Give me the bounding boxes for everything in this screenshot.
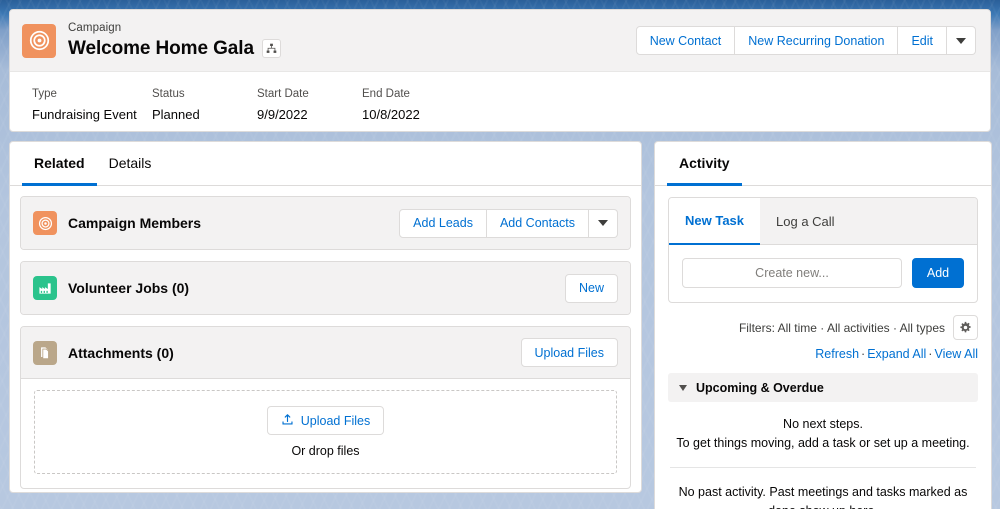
related-list-campaign-members: Campaign Members Add Leads Add Contacts [20, 196, 631, 250]
activity-tabs: Activity [655, 142, 991, 186]
field-start-date-value: 9/9/2022 [257, 107, 308, 122]
record-header-actions: New Contact New Recurring Donation Edit [635, 26, 976, 55]
activity-filters-row: Filters: All time · All activities · All… [668, 303, 978, 340]
record-title-row: Welcome Home Gala [68, 37, 281, 61]
link-separator-1: · [861, 347, 866, 361]
upcoming-overdue-title: Upcoming & Overdue [696, 380, 824, 395]
upload-files-header-button[interactable]: Upload Files [520, 338, 618, 367]
activity-body: New Task Log a Call Add Filters: All tim… [655, 197, 991, 509]
related-list-header: Campaign Members Add Leads Add Contacts [21, 197, 630, 249]
record-header-top: Campaign Welcome Home Gala New Contact N… [10, 10, 990, 72]
page-title: Welcome Home Gala [68, 37, 254, 59]
tab-new-task[interactable]: New Task [669, 198, 761, 245]
related-list-title: Attachments (0) [68, 344, 174, 361]
record-entity-label: Campaign [68, 21, 122, 34]
view-all-link[interactable]: View All [934, 347, 978, 361]
field-type-label: Type [32, 88, 57, 100]
related-list-header: Volunteer Jobs (0) New [21, 262, 630, 314]
field-end-date: End Date 10/8/2022 [362, 86, 467, 124]
composer-create-row: Add [669, 245, 977, 302]
add-leads-button[interactable]: Add Leads [399, 208, 487, 238]
hierarchy-icon[interactable] [261, 39, 281, 58]
field-status: Status Planned [152, 86, 257, 124]
upload-icon [281, 413, 294, 429]
related-list-volunteer-jobs: Volunteer Jobs (0) New [20, 261, 631, 315]
record-title-block: Campaign Welcome Home Gala [68, 21, 281, 61]
field-end-date-label: End Date [362, 88, 410, 100]
campaign-target-icon [33, 211, 57, 235]
field-start-date: Start Date 9/9/2022 [257, 86, 362, 124]
no-next-steps-line: No next steps. [783, 417, 863, 431]
refresh-link[interactable]: Refresh [815, 347, 859, 361]
app-background: Campaign Welcome Home Gala New Contact N… [0, 0, 1000, 509]
upcoming-overdue-section-header[interactable]: Upcoming & Overdue [668, 373, 978, 402]
field-start-date-label: Start Date [257, 88, 309, 100]
past-activity-empty-state: No past activity. Past meetings and task… [678, 485, 968, 509]
campaign-members-more-button[interactable] [589, 208, 618, 238]
related-list-title: Campaign Members [68, 215, 202, 231]
related-list-attachments: Attachments (0) Upload Files Upload File… [20, 326, 631, 489]
chevron-down-icon [679, 384, 687, 391]
header-more-actions-button[interactable] [947, 26, 976, 55]
field-status-value: Planned [152, 107, 200, 122]
record-highlight-fields: Type Fundraising Event Status Planned St… [10, 72, 990, 124]
related-lists-panel: Related Details Campaign Members Add Lea… [9, 141, 642, 493]
new-contact-button[interactable]: New Contact [635, 26, 736, 55]
volunteer-job-icon [33, 276, 57, 300]
related-list-title: Volunteer Jobs (0) [68, 280, 190, 296]
composer-tabbar: New Task Log a Call [669, 198, 977, 245]
new-volunteer-job-button[interactable]: New [564, 273, 618, 303]
activity-filters-text: Filters: All time · All activities · All… [738, 320, 945, 335]
tab-details[interactable]: Details [97, 142, 164, 186]
record-tabs: Related Details [10, 142, 641, 186]
activity-links-row: Refresh · Expand All · View All [668, 340, 978, 361]
add-task-button[interactable]: Add [912, 258, 964, 288]
campaign-members-button-group: Add Leads Add Contacts [399, 208, 618, 238]
related-list-actions: Upload Files [520, 338, 618, 367]
tab-activity[interactable]: Activity [667, 142, 742, 186]
tab-related[interactable]: Related [22, 142, 97, 186]
create-new-input[interactable] [682, 258, 902, 288]
related-list-actions: Add Leads Add Contacts [399, 208, 618, 238]
get-things-moving-line: To get things moving, add a task or set … [676, 436, 970, 450]
gear-icon[interactable] [953, 315, 978, 340]
upload-files-label: Upload Files [300, 413, 371, 428]
related-lists-container: Campaign Members Add Leads Add Contacts [10, 186, 641, 489]
edit-button[interactable]: Edit [898, 26, 947, 55]
expand-all-link[interactable]: Expand All [867, 347, 926, 361]
related-list-actions: New [564, 273, 618, 303]
tab-log-a-call[interactable]: Log a Call [760, 198, 851, 244]
attachment-file-icon [33, 340, 57, 365]
field-end-date-value: 10/8/2022 [362, 107, 420, 122]
file-dropzone[interactable]: Upload Files Or drop files [34, 390, 617, 474]
upcoming-empty-state: No next steps. To get things moving, add… [668, 402, 978, 467]
header-button-group: New Contact New Recurring Donation Edit [635, 26, 976, 55]
activity-composer: New Task Log a Call Add [668, 197, 978, 303]
new-recurring-donation-button[interactable]: New Recurring Donation [735, 26, 899, 55]
drop-files-hint: Or drop files [291, 444, 360, 458]
chevron-down-icon [956, 37, 966, 44]
record-header: Campaign Welcome Home Gala New Contact N… [9, 9, 991, 132]
field-type-value: Fundraising Event [32, 107, 137, 122]
activity-panel: Activity New Task Log a Call Add Filters… [654, 141, 992, 509]
upload-files-button[interactable]: Upload Files [266, 406, 385, 435]
field-status-label: Status [152, 88, 185, 100]
add-contacts-button[interactable]: Add Contacts [486, 208, 589, 238]
related-list-header: Attachments (0) Upload Files [21, 327, 630, 379]
field-type: Type Fundraising Event [32, 86, 152, 124]
campaign-target-icon [22, 23, 56, 58]
chevron-down-icon [598, 220, 608, 226]
